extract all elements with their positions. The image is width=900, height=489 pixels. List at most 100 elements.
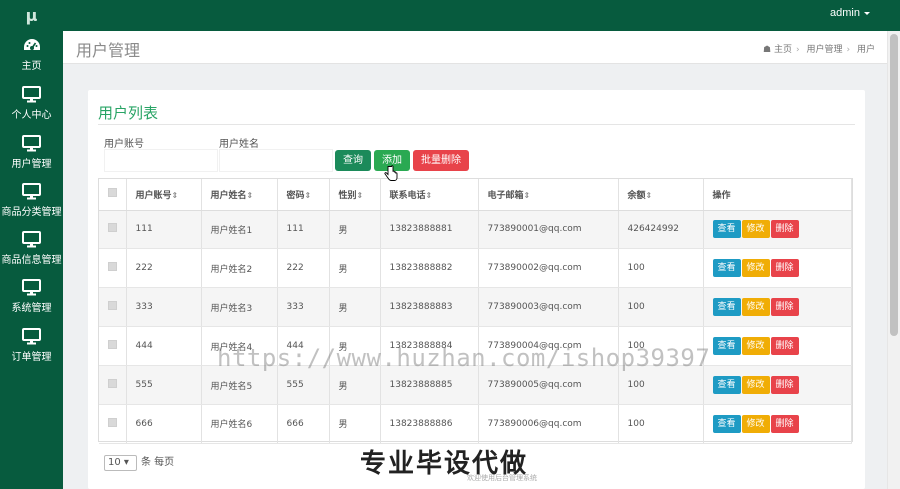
column-header-balance[interactable]: 余额⇕ xyxy=(618,179,704,211)
view-button[interactable]: 查看 xyxy=(712,414,741,433)
row-checkbox-cell[interactable] xyxy=(99,287,127,328)
cell-account: 333 xyxy=(126,287,202,328)
delete-button[interactable]: 删除 xyxy=(770,376,799,394)
sidebar-item-label: 个人中心 xyxy=(11,110,52,122)
view-button[interactable]: 查看 xyxy=(712,259,741,278)
cell-gender: 男 xyxy=(329,404,381,444)
cell-name: 用户姓名6 xyxy=(201,404,278,444)
sort-icon: ⇕ xyxy=(356,190,364,200)
cell-balance: 100 xyxy=(618,287,704,328)
column-header-account[interactable]: 用户账号⇕ xyxy=(126,179,202,211)
cell-phone: 13823888886 xyxy=(380,404,479,444)
query-button[interactable]: 查询 xyxy=(335,150,371,171)
delete-button[interactable]: 删除 xyxy=(770,259,799,278)
view-button[interactable]: 查看 xyxy=(712,220,741,239)
delete-button[interactable]: 删除 xyxy=(770,414,799,433)
column-header-gender[interactable]: 性别⇕ xyxy=(329,179,381,211)
cell-password: 333 xyxy=(277,287,330,328)
batch-delete-button[interactable]: 批量删除 xyxy=(413,150,469,171)
home-icon: ☗ xyxy=(763,45,772,55)
scrollbar-thumb[interactable] xyxy=(890,34,898,336)
breadcrumb: ☗ 主页 › 用户管理 › 用户 xyxy=(763,42,875,55)
user-menu[interactable]: admin xyxy=(830,0,870,31)
row-checkbox[interactable] xyxy=(108,223,117,233)
cell-email: 773890001@qq.com xyxy=(478,210,619,250)
account-filter-input[interactable] xyxy=(104,149,218,172)
cell-password: 222 xyxy=(277,248,330,289)
row-checkbox-cell[interactable] xyxy=(99,210,127,250)
sort-icon: ⇕ xyxy=(523,190,531,200)
row-checkbox[interactable] xyxy=(108,340,117,350)
cell-gender: 男 xyxy=(329,287,381,328)
name-filter-label: 用户姓名 xyxy=(219,139,259,150)
view-button[interactable]: 查看 xyxy=(712,376,741,394)
table-row: 111 用户姓名1 111 男 13823888881 773890001@qq.com 4… xyxy=(99,210,852,250)
sort-icon: ⇕ xyxy=(425,190,433,200)
page-size-select[interactable]: 10 ▾ xyxy=(104,455,137,471)
cell-email: 773890003@qq.com xyxy=(478,287,619,328)
monitor-icon xyxy=(0,327,63,345)
monitor-icon xyxy=(0,182,63,200)
edit-button[interactable]: 修改 xyxy=(741,259,770,278)
column-header-name[interactable]: 用户姓名⇕ xyxy=(201,179,278,211)
cell-phone: 13823888883 xyxy=(380,287,479,328)
sidebar-item-label: 主页 xyxy=(21,61,42,72)
breadcrumb-separator: › xyxy=(846,45,851,55)
column-header-phone[interactable]: 联系电话⇕ xyxy=(380,179,479,211)
edit-button[interactable]: 修改 xyxy=(741,414,770,433)
column-header-password[interactable]: 密码⇕ xyxy=(277,179,330,211)
sidebar-item-5[interactable]: 系统管理 xyxy=(0,272,63,320)
column-header-email[interactable]: 电子邮箱⇕ xyxy=(478,179,619,211)
breadcrumb-users[interactable]: 用户管理 xyxy=(806,45,842,55)
row-checkbox-cell[interactable] xyxy=(99,365,127,405)
cell-name: 用户姓名3 xyxy=(201,287,278,328)
sidebar-item-3[interactable]: 商品分类管理 xyxy=(0,176,63,224)
edit-button[interactable]: 修改 xyxy=(741,337,770,356)
monitor-icon xyxy=(0,231,63,248)
hand-cursor-icon xyxy=(384,165,398,181)
edit-button[interactable]: 修改 xyxy=(741,298,770,317)
sidebar-item-0[interactable]: 主页 xyxy=(0,31,63,79)
row-checkbox[interactable] xyxy=(108,379,117,388)
cell-balance: 100 xyxy=(618,404,704,444)
breadcrumb-home[interactable]: 主页 xyxy=(774,45,792,55)
row-checkbox-cell[interactable] xyxy=(99,326,127,367)
table-row: 333 用户姓名3 333 男 13823888883 773890003@qq.com 1… xyxy=(99,287,852,328)
row-checkbox[interactable] xyxy=(108,262,117,272)
select-all-checkbox[interactable] xyxy=(108,188,117,198)
cell-actions: 查看 修改 删除 xyxy=(703,365,852,405)
row-checkbox[interactable] xyxy=(108,417,117,427)
sort-icon: ⇕ xyxy=(645,190,653,200)
panel-divider xyxy=(98,124,855,125)
sort-icon: ⇕ xyxy=(304,190,312,200)
name-filter-input[interactable] xyxy=(219,149,333,172)
row-checkbox-cell[interactable] xyxy=(99,404,127,444)
view-button[interactable]: 查看 xyxy=(712,337,741,356)
view-button[interactable]: 查看 xyxy=(712,298,741,317)
edit-button[interactable]: 修改 xyxy=(741,220,770,239)
select-all-checkbox-cell[interactable] xyxy=(99,179,127,211)
cell-name: 用户姓名2 xyxy=(201,248,278,289)
sidebar-item-2[interactable]: 用户管理 xyxy=(0,128,63,176)
sidebar-item-1[interactable]: 个人中心 xyxy=(0,79,63,127)
row-checkbox[interactable] xyxy=(108,301,117,311)
delete-button[interactable]: 删除 xyxy=(770,220,799,239)
cell-actions: 查看 修改 删除 xyxy=(703,248,852,289)
caret-down-icon xyxy=(864,11,870,15)
sidebar-item-label: 订单管理 xyxy=(11,351,52,363)
sidebar-item-6[interactable]: 订单管理 xyxy=(0,321,63,369)
edit-button[interactable]: 修改 xyxy=(741,376,770,394)
delete-button[interactable]: 删除 xyxy=(770,298,799,317)
sort-icon: ⇕ xyxy=(246,190,254,200)
cell-password: 111 xyxy=(277,210,330,250)
top-bar: μ admin xyxy=(0,0,900,31)
cell-actions: 查看 修改 删除 xyxy=(703,287,852,328)
page-scrollbar[interactable] xyxy=(887,31,900,489)
account-filter-label: 用户账号 xyxy=(104,139,144,150)
sidebar-item-4[interactable]: 商品信息管理 xyxy=(0,224,63,272)
monitor-icon xyxy=(0,279,63,296)
row-checkbox-cell[interactable] xyxy=(99,248,127,289)
page-title: 用户管理 xyxy=(76,41,141,60)
table-row: 666 用户姓名6 666 男 13823888886 773890006@qq.com 1… xyxy=(99,404,852,444)
delete-button[interactable]: 删除 xyxy=(770,337,799,356)
